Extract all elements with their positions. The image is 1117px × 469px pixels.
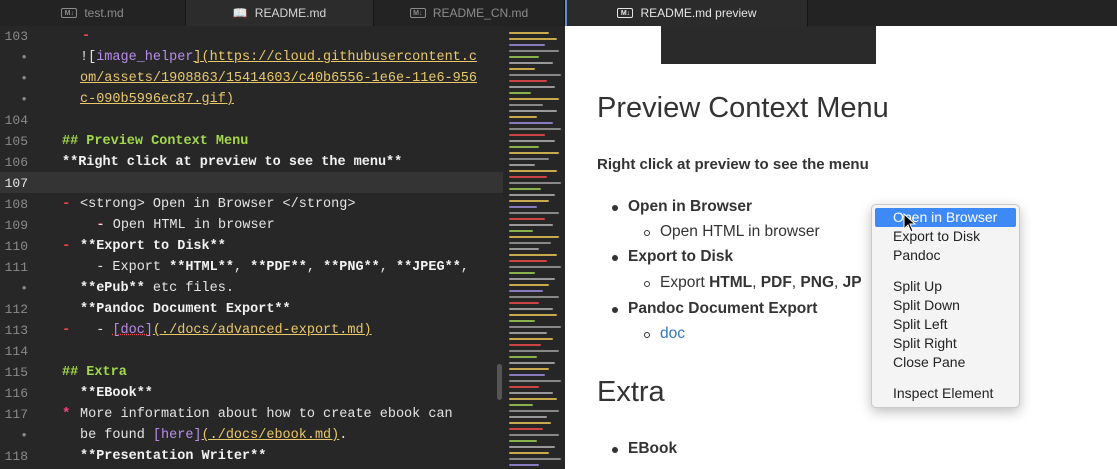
code-line: - - Open HTML in browser (80, 218, 275, 233)
line-number: 107 (4, 176, 28, 191)
minimap[interactable] (503, 26, 565, 469)
code-line: - [doc](./docs/advanced-export.md) (80, 323, 372, 338)
line-number: 103 (4, 29, 28, 44)
menu-item-split-up[interactable]: Split Up (875, 277, 1016, 296)
tab-readme-md[interactable]: 📖 README.md (186, 0, 374, 26)
bullet (612, 307, 618, 313)
bullet (644, 230, 650, 236)
tab-label: README.md preview (640, 6, 757, 20)
preview-list-item: Open HTML in browser (660, 223, 820, 240)
line-number: • (20, 50, 28, 65)
bullet (612, 255, 618, 261)
line-number: 108 (4, 197, 28, 212)
line-number: 109 (4, 218, 28, 233)
line-number: 115 (4, 365, 28, 380)
markdown-preview[interactable]: Preview Context Menu Right click at prev… (565, 26, 1117, 469)
menu-item-split-left[interactable]: Split Left (875, 315, 1016, 334)
code-line: ## Extra (62, 365, 127, 380)
code-line: c-090b5996ec87.gif) (80, 92, 234, 107)
line-number: 105 (4, 134, 28, 149)
preview-paragraph: Right click at preview to see the menu (597, 156, 869, 173)
markdown-icon: M↓ (617, 8, 634, 18)
markdown-icon: M↓ (409, 8, 426, 18)
markdown-icon: M↓ (61, 8, 78, 18)
line-number: 116 (4, 386, 28, 401)
line-number: • (20, 428, 28, 443)
code-line: ![image_helper](https://cloud.githubuser… (80, 50, 477, 65)
line-number: • (20, 71, 28, 86)
code-line: <strong> Open in Browser </strong> (80, 197, 356, 212)
bullet (612, 205, 618, 211)
context-menu: Open in Browser Export to Disk Pandoc Sp… (871, 204, 1020, 408)
markdown-editor[interactable]: 103 • • • 104 105 106 107 108 109 110 11… (0, 26, 565, 469)
menu-item-export-to-disk[interactable]: Export to Disk (875, 227, 1016, 246)
tab-test-md[interactable]: M↓ test.md (0, 0, 186, 26)
code-line: - (82, 29, 91, 44)
book-icon: 📖 (232, 6, 248, 20)
menu-item-pandoc[interactable]: Pandoc (875, 246, 1016, 265)
bullet (644, 332, 650, 338)
code-area[interactable]: - ![image_helper](https://cloud.githubus… (58, 26, 503, 469)
preview-doc-link[interactable]: doc (660, 325, 685, 343)
menu-item-split-right[interactable]: Split Right (875, 334, 1016, 353)
bullet (644, 281, 650, 287)
menu-item-inspect-element[interactable]: Inspect Element (875, 384, 1016, 403)
editor-scrollbar[interactable] (497, 364, 502, 400)
line-number: 110 (4, 239, 28, 254)
preview-list-item: EBook (628, 440, 678, 457)
tab-label: README.md (254, 6, 327, 20)
code-line: ## Preview Context Menu (62, 134, 249, 149)
tab-label: test.md (84, 6, 124, 20)
line-number: 118 (4, 449, 28, 464)
code-line: om/assets/1908863/15414603/c40b6556-1e6e… (80, 71, 477, 86)
line-number: 114 (4, 344, 28, 359)
line-number: 113 (4, 323, 28, 338)
line-number: 106 (4, 155, 28, 170)
code-line: - Export **HTML**, **PDF**, **PNG**, **J… (80, 260, 469, 275)
line-number: 112 (4, 302, 28, 317)
preview-list-item: Export HTML, PDF, PNG, JP (660, 274, 862, 291)
preview-list-item: Pandoc Document Export (628, 300, 818, 317)
preview-image (661, 26, 876, 64)
line-number: 117 (4, 407, 28, 422)
preview-list-item: Export to Disk (628, 248, 734, 265)
tab-bar: M↓ test.md 📖 README.md M↓ README_CN.md M… (0, 0, 1117, 26)
preview-heading: Extra (597, 376, 665, 408)
tab-readme-preview[interactable]: M↓ README.md preview (565, 0, 808, 26)
tab-readme-cn-md[interactable]: M↓ README_CN.md (374, 0, 565, 26)
menu-item-split-down[interactable]: Split Down (875, 296, 1016, 315)
line-gutter: 103 • • • 104 105 106 107 108 109 110 11… (0, 26, 58, 469)
code-line: **Right click at preview to see the menu… (62, 155, 403, 170)
code-line: be found [here](./docs/ebook.md). (80, 428, 348, 443)
mouse-cursor-icon (903, 213, 917, 233)
code-line: More information about how to create ebo… (80, 407, 453, 422)
code-line: **Export to Disk** (80, 239, 226, 254)
line-number: 111 (4, 260, 28, 275)
menu-item-close-pane[interactable]: Close Pane (875, 353, 1016, 372)
menu-item-open-in-browser[interactable]: Open in Browser (875, 208, 1016, 227)
line-number: • (20, 92, 28, 107)
tab-label: README_CN.md (432, 6, 529, 20)
line-number: 104 (4, 113, 28, 128)
bullet (612, 447, 618, 453)
code-line: **EBook** (80, 386, 153, 401)
preview-heading: Preview Context Menu (597, 92, 889, 124)
code-line: **ePub** etc files. (80, 281, 234, 296)
code-line: **Presentation Writer** (80, 449, 267, 464)
line-number: • (20, 281, 28, 296)
preview-list-item: Open in Browser (628, 198, 753, 215)
code-line: **Pandoc Document Export** (80, 302, 291, 317)
